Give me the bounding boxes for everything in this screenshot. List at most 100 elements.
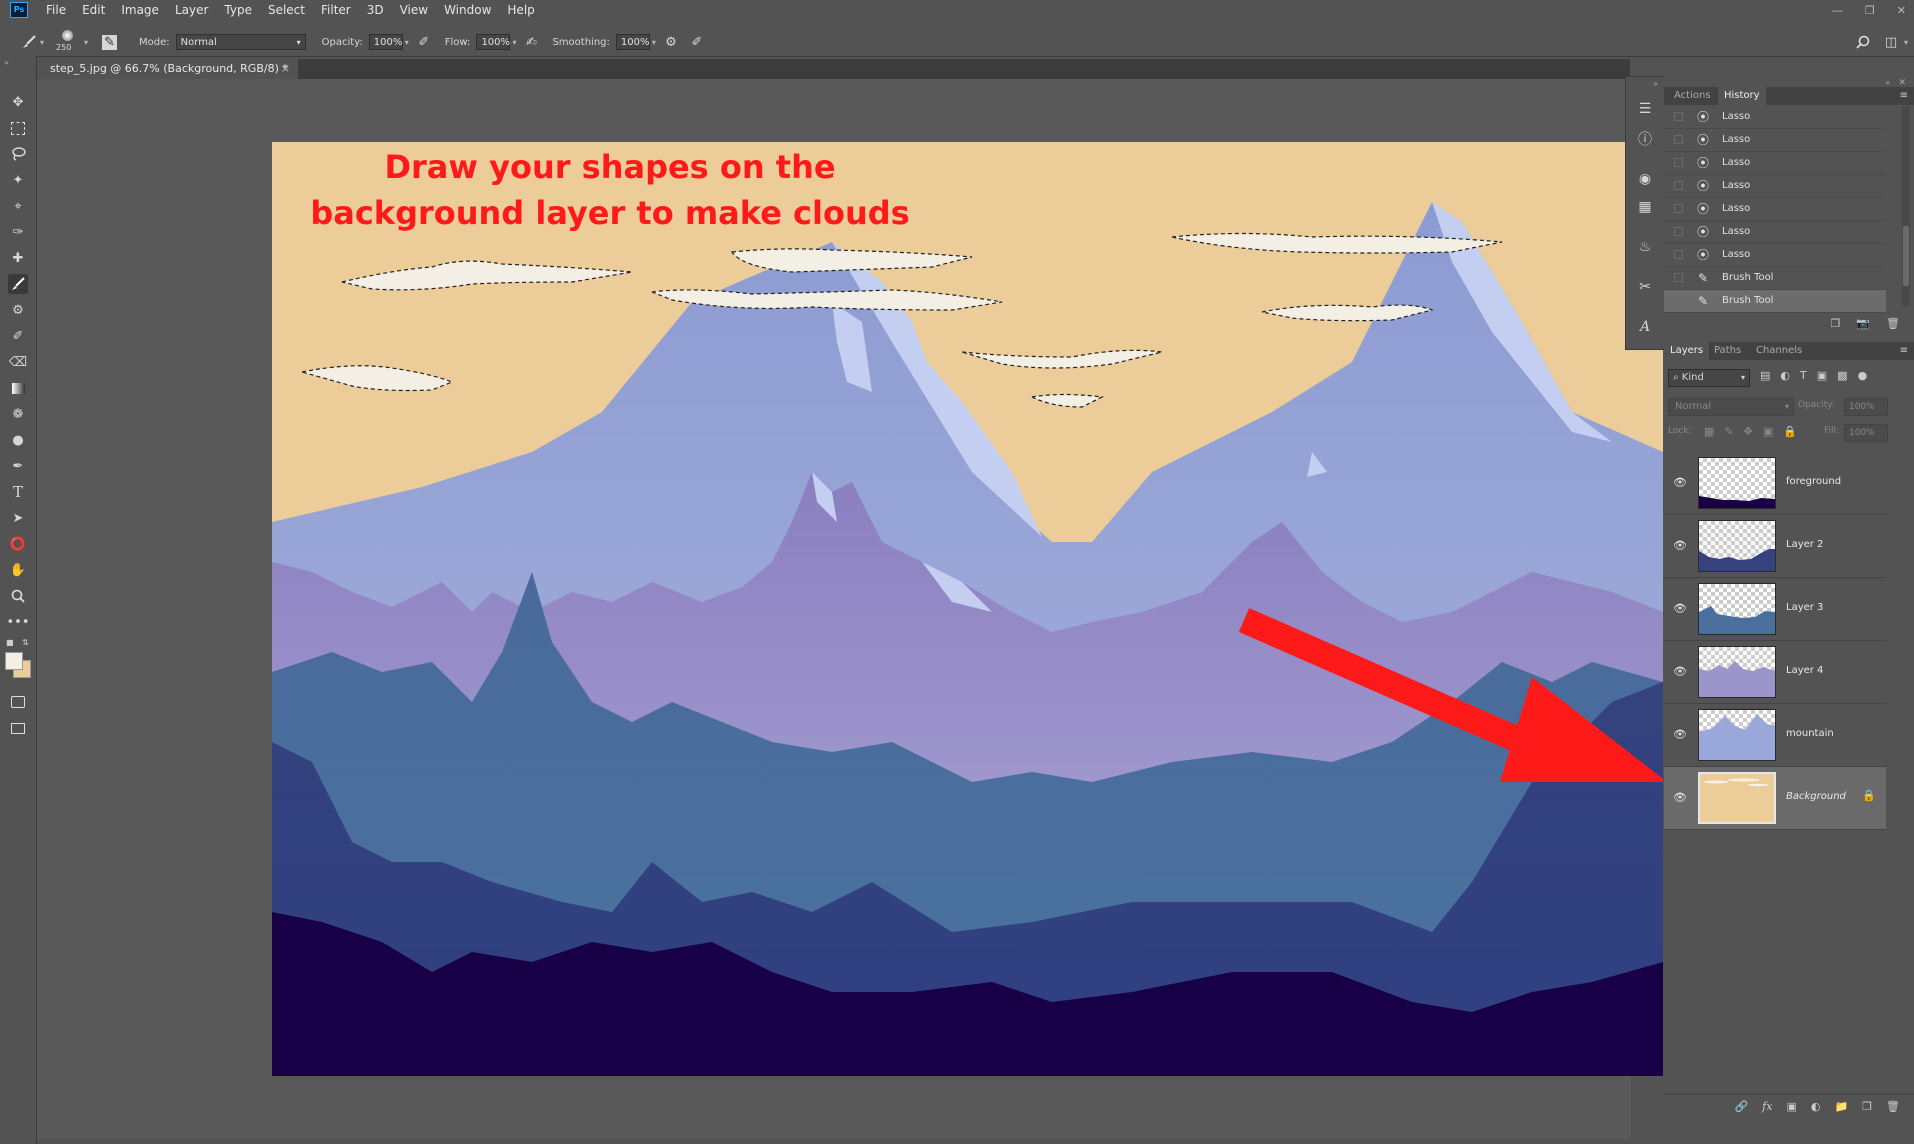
menu-select[interactable]: Select xyxy=(268,3,305,17)
pen-tool-icon[interactable]: ✒ xyxy=(8,456,28,476)
foreground-color-swatch[interactable] xyxy=(5,652,23,670)
history-scrollbar[interactable] xyxy=(1902,106,1910,306)
pressure-size-icon[interactable]: ✐ xyxy=(688,33,706,51)
chevron-down-icon[interactable]: ▾ xyxy=(1904,38,1908,47)
document-canvas[interactable]: Draw your shapes on the background layer… xyxy=(272,142,1663,1076)
add-mask-icon[interactable]: ▣ xyxy=(1786,1100,1796,1113)
chevron-down-icon[interactable]: ▾ xyxy=(84,38,88,47)
document-tab[interactable]: step_5.jpg @ 66.7% (Background, RGB/8) *… xyxy=(40,59,298,79)
menu-help[interactable]: Help xyxy=(507,3,534,17)
swap-colors-icon[interactable]: ⇅ xyxy=(22,638,29,647)
panel-menu-icon[interactable]: ≡ xyxy=(1900,87,1908,105)
tab-history[interactable]: History xyxy=(1718,87,1766,105)
layer-row-layer-2[interactable]: 👁 Layer 2 xyxy=(1664,515,1886,578)
tool-presets-icon[interactable]: ✂ xyxy=(1635,277,1655,297)
lock-all-icon[interactable]: 🔒 xyxy=(1783,425,1797,438)
eye-icon[interactable]: 👁 xyxy=(1673,539,1687,552)
smoothing-input[interactable]: 100% xyxy=(615,34,650,50)
gear-icon[interactable]: ⚙ xyxy=(662,33,680,51)
camera-icon[interactable]: 📷 xyxy=(1856,317,1870,330)
trash-icon[interactable]: 🗑 xyxy=(1886,1100,1900,1113)
menu-filter[interactable]: Filter xyxy=(321,3,351,17)
history-checkbox[interactable] xyxy=(1674,250,1683,259)
adjustment-layer-icon[interactable]: ◐ xyxy=(1811,1100,1821,1113)
folder-icon[interactable]: 📁 xyxy=(1834,1100,1848,1113)
layer-name[interactable]: Layer 2 xyxy=(1786,539,1823,550)
workspace-icon[interactable]: ◫ xyxy=(1882,33,1900,51)
chevron-down-icon[interactable]: ▾ xyxy=(40,38,44,47)
fx-icon[interactable]: fx xyxy=(1762,1100,1772,1113)
layer-name[interactable]: mountain xyxy=(1786,728,1834,739)
brush-tool-icon[interactable] xyxy=(8,274,28,294)
brush-preset-icon[interactable] xyxy=(20,33,38,51)
history-item[interactable]: ✎ Brush Tool xyxy=(1664,267,1886,290)
history-checkbox[interactable] xyxy=(1674,181,1683,190)
lock-pixels-icon[interactable]: ✎ xyxy=(1724,425,1733,438)
filter-toggle-icon[interactable]: ● xyxy=(1858,369,1868,382)
smart-object-filter-icon[interactable]: ▩ xyxy=(1837,369,1847,382)
type-filter-icon[interactable]: T xyxy=(1800,369,1807,382)
swatches-panel-icon[interactable]: ▦ xyxy=(1635,197,1655,217)
eyedropper-tool-icon[interactable]: ✑ xyxy=(8,222,28,242)
menu-edit[interactable]: Edit xyxy=(82,3,105,17)
fill-input[interactable]: 100% xyxy=(1844,424,1888,442)
layer-name[interactable]: foreground xyxy=(1786,476,1841,487)
layer-name[interactable]: Layer 3 xyxy=(1786,602,1823,613)
dodge-tool-icon[interactable]: ● xyxy=(8,430,28,450)
brush-panel-icon[interactable]: ✎ xyxy=(102,34,118,50)
close-tab-icon[interactable]: × xyxy=(281,59,290,79)
type-tool-icon[interactable]: T xyxy=(8,482,28,502)
layer-row-foreground[interactable]: 👁 foreground xyxy=(1664,452,1886,515)
zoom-tool-icon[interactable] xyxy=(8,586,28,606)
path-selection-tool-icon[interactable]: ➤ xyxy=(8,508,28,528)
opacity-input[interactable]: 100% xyxy=(368,34,403,50)
gradient-tool-icon[interactable] xyxy=(8,378,28,398)
eye-icon[interactable]: 👁 xyxy=(1673,476,1687,489)
menu-view[interactable]: View xyxy=(400,3,428,17)
collapse-toolbar-icon[interactable]: » xyxy=(4,58,9,67)
history-checkbox[interactable] xyxy=(1674,273,1683,282)
menu-layer[interactable]: Layer xyxy=(175,3,208,17)
info-icon[interactable]: ⓘ xyxy=(1635,129,1655,149)
history-checkbox[interactable] xyxy=(1674,204,1683,213)
chevron-down-icon[interactable]: ▾ xyxy=(652,38,656,47)
history-checkbox[interactable] xyxy=(1674,158,1683,167)
tab-paths[interactable]: Paths xyxy=(1708,342,1747,360)
hand-tool-icon[interactable]: ✋ xyxy=(8,560,28,580)
restore-icon[interactable]: ❐ xyxy=(1865,4,1875,17)
close-window-icon[interactable]: ✕ xyxy=(1897,4,1906,17)
layer-name[interactable]: Background xyxy=(1786,791,1846,802)
history-item[interactable]: ⦿ Lasso xyxy=(1664,106,1886,129)
lock-artboard-icon[interactable]: ▣ xyxy=(1763,425,1773,438)
history-brush-tool-icon[interactable]: ✐ xyxy=(8,326,28,346)
shape-filter-icon[interactable]: ▣ xyxy=(1817,369,1827,382)
history-item[interactable]: ⦿ Lasso xyxy=(1664,175,1886,198)
layer-row-layer-4[interactable]: 👁 Layer 4 xyxy=(1664,641,1886,704)
properties-panel-icon[interactable]: ☰ xyxy=(1635,99,1655,119)
blur-tool-icon[interactable]: ❁ xyxy=(8,404,28,424)
history-checkbox[interactable] xyxy=(1674,227,1683,236)
history-checkbox[interactable] xyxy=(1674,135,1683,144)
history-item[interactable]: ⦿ Lasso xyxy=(1664,221,1886,244)
eye-icon[interactable]: 👁 xyxy=(1673,665,1687,678)
menu-image[interactable]: Image xyxy=(121,3,159,17)
ellipse-tool-icon[interactable]: ⭕ xyxy=(8,534,28,554)
search-icon[interactable] xyxy=(1854,33,1872,51)
new-layer-icon[interactable]: ❐ xyxy=(1862,1100,1872,1113)
history-item[interactable]: ⦿ Lasso xyxy=(1664,129,1886,152)
lock-position-icon[interactable]: ✥ xyxy=(1744,425,1753,438)
history-checkbox[interactable] xyxy=(1674,296,1683,305)
lock-icon[interactable]: 🔒 xyxy=(1862,789,1876,802)
move-tool-icon[interactable]: ✥ xyxy=(8,92,28,112)
collapse-dock-icon[interactable]: « xyxy=(1885,78,1890,87)
pressure-opacity-icon[interactable]: ✐ xyxy=(415,33,433,51)
layer-filter-select[interactable]: ⌕ Kind ▾ xyxy=(1668,369,1750,387)
magic-wand-tool-icon[interactable]: ✦ xyxy=(8,170,28,190)
lasso-tool-icon[interactable] xyxy=(8,144,28,164)
marquee-tool-icon[interactable] xyxy=(8,118,28,138)
more-tools-icon[interactable]: ••• xyxy=(7,612,30,632)
new-document-from-state-icon[interactable]: ❐ xyxy=(1830,317,1840,330)
flow-input[interactable]: 100% xyxy=(476,34,511,50)
crop-tool-icon[interactable]: ⌖ xyxy=(8,196,28,216)
link-layers-icon[interactable]: 🔗 xyxy=(1734,1100,1748,1113)
